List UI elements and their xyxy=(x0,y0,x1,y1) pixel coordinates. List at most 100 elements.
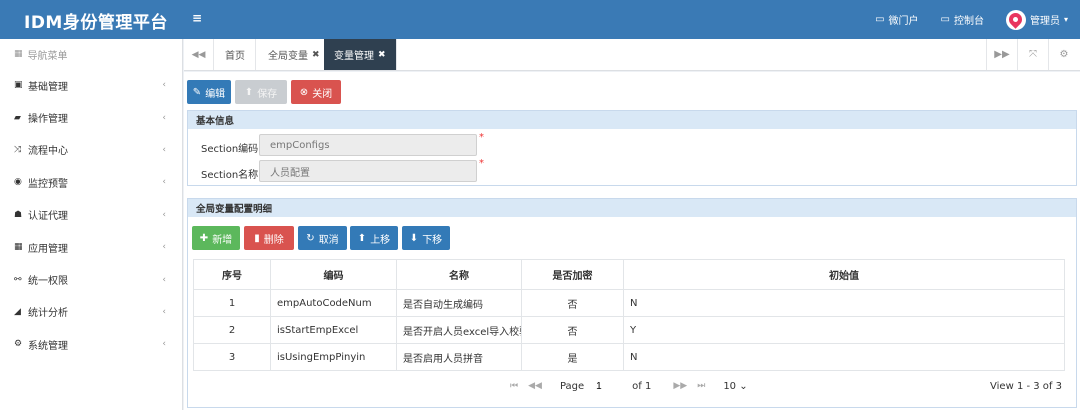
page-label: Page xyxy=(559,380,585,392)
app-logo-title: IDM身份管理平台 xyxy=(24,13,168,33)
book-icon: ▰ xyxy=(14,112,21,123)
chevron-left-icon: ‹ xyxy=(162,112,166,123)
page-size-value: 10 xyxy=(723,380,737,392)
gear-icon[interactable]: ⚙ xyxy=(1048,39,1079,70)
shuffle-icon: ⤨ xyxy=(14,144,22,155)
section-code-label: Section编码 xyxy=(201,144,259,155)
column-header: 编码 xyxy=(270,259,397,290)
vars-table: 序号 编码 名称 是否加密 初始值 1 empAutoCodeNum 是否自动生… xyxy=(193,259,1065,371)
sidebar-item-label: 系统管理 xyxy=(28,340,68,352)
sidebar-item-permissions[interactable]: ⚯ 统一权限 ‹ xyxy=(0,263,182,295)
edit-button[interactable]: ✎ 编辑 xyxy=(187,80,231,104)
sidebar-title-label: 导航菜单 xyxy=(27,50,68,62)
move-down-button[interactable]: ⬇ 下移 xyxy=(402,226,450,250)
prev-page-icon[interactable]: ◀◀ xyxy=(528,381,542,391)
column-header: 初始值 xyxy=(623,259,1065,290)
table-cell: 3 xyxy=(193,343,271,371)
delete-button-label: 删除 xyxy=(263,234,284,246)
console-link[interactable]: ▭ 控制台 xyxy=(941,12,984,27)
portal-link[interactable]: ▭ 微门户 xyxy=(875,12,918,27)
tabs-scroll-left-icon[interactable]: ◀◀ xyxy=(184,39,214,70)
desktop-icon: ▭ xyxy=(940,14,950,25)
tab-global-vars[interactable]: 全局变量 ✖ xyxy=(258,39,331,70)
cogs-icon: ⚙ xyxy=(14,339,23,350)
table-cell: 否 xyxy=(521,289,624,317)
view-range: View 1 - 3 of 3 xyxy=(990,380,1062,392)
required-mark: * xyxy=(479,132,484,143)
table-cell: N xyxy=(623,343,1065,371)
fullscreen-icon[interactable]: ⤧ xyxy=(1017,39,1048,70)
portal-label: 微门户 xyxy=(888,16,919,27)
refresh-icon: ↻ xyxy=(306,232,315,244)
sidebar-item-label: 操作管理 xyxy=(28,114,68,126)
chevron-left-icon: ‹ xyxy=(162,80,166,91)
delete-button[interactable]: ▮ 删除 xyxy=(244,226,294,250)
first-page-icon[interactable]: ⏮ xyxy=(510,381,518,391)
trash-icon: ▮ xyxy=(254,232,260,244)
close-icon[interactable]: ✖ xyxy=(312,50,320,60)
sidebar-item-system[interactable]: ⚙ 系统管理 ‹ xyxy=(0,328,182,360)
tab-home[interactable]: 首页 xyxy=(215,39,256,70)
section-code-input[interactable]: empConfigs xyxy=(259,134,477,156)
page-number-input[interactable] xyxy=(594,378,623,394)
move-up-button[interactable]: ⬆ 上移 xyxy=(350,226,398,250)
save-button[interactable]: ⬆ 保存 xyxy=(235,80,287,104)
top-nav-links: ▭ 微门户 ▭ 控制台 管理员 ▾ xyxy=(875,0,1068,39)
chevron-left-icon: ‹ xyxy=(162,144,166,155)
table-cell: 2 xyxy=(193,316,271,344)
avatar xyxy=(1005,9,1026,30)
table-cell: Y xyxy=(623,316,1065,344)
pager: ⏮ ◀◀ Page of 1 ▶▶ ⏭ 10 ⌄ xyxy=(510,372,748,400)
next-page-icon[interactable]: ▶▶ xyxy=(673,381,687,391)
table-row[interactable]: 2 isStartEmpExcel 是否开启人员excel导入校验 否 Y xyxy=(193,316,1065,344)
sidebar-item-operation[interactable]: ▰ 操作管理 ‹ xyxy=(0,101,182,133)
basic-info-panel: 基本信息 Section编码 empConfigs * Section名称 人员… xyxy=(187,110,1077,186)
menu-toggle-icon[interactable]: ≡ xyxy=(192,11,202,25)
chevron-left-icon: ‹ xyxy=(162,306,166,317)
edit-button-label: 编辑 xyxy=(205,88,226,100)
tab-var-manage[interactable]: 变量管理 ✖ xyxy=(324,39,397,70)
sidebar-item-label: 统计分析 xyxy=(28,308,68,320)
table-cell: isUsingEmpPinyin xyxy=(270,343,397,371)
table-header-row: 序号 编码 名称 是否加密 初始值 xyxy=(193,259,1065,290)
sidebar-item-label: 监控预警 xyxy=(28,178,68,190)
plus-icon: ✚ xyxy=(199,232,209,244)
close-circle-icon: ⊗ xyxy=(299,86,309,98)
sidebar-item-basic[interactable]: ▣ 基础管理 ‹ xyxy=(0,69,182,101)
add-button[interactable]: ✚ 新增 xyxy=(192,226,240,250)
section-name-input[interactable]: 人员配置 xyxy=(259,160,477,182)
table-cell: empAutoCodeNum xyxy=(270,289,397,317)
sidebar-item-workflow[interactable]: ⤨ 流程中心 ‹ xyxy=(0,134,182,166)
chevron-down-icon: ⌄ xyxy=(739,380,748,392)
sidebar-item-monitor[interactable]: ◉ 监控预警 ‹ xyxy=(0,166,182,198)
user-menu[interactable]: 管理员 ▾ xyxy=(1005,9,1068,30)
tabs-scroll-right-icon[interactable]: ▶▶ xyxy=(986,39,1017,70)
cancel-button[interactable]: ↻ 取消 xyxy=(298,226,347,250)
users-icon: ☗ xyxy=(14,209,23,220)
id-card-icon: ▣ xyxy=(14,80,23,91)
page-size-select[interactable]: 10 ⌄ xyxy=(723,381,747,392)
sidebar-item-label: 应用管理 xyxy=(28,243,68,255)
sidebar-item-label: 基础管理 xyxy=(28,81,68,93)
id-card-icon: ▭ xyxy=(875,14,885,25)
sidebar: ▦ 导航菜单 ▣ 基础管理 ‹ ▰ 操作管理 ‹ ⤨ 流程中心 ‹ ◉ 监控预警… xyxy=(0,39,183,410)
column-header: 是否加密 xyxy=(521,259,624,290)
tab-label: 首页 xyxy=(225,51,245,62)
chevron-left-icon: ‹ xyxy=(162,339,166,350)
column-header: 名称 xyxy=(396,259,522,290)
table-cell: 是否启用人员拼音 xyxy=(396,343,522,371)
cancel-button-label: 取消 xyxy=(318,234,339,246)
caret-down-icon: ▾ xyxy=(1063,15,1068,24)
table-cell: 否 xyxy=(521,316,624,344)
close-icon[interactable]: ✖ xyxy=(378,50,386,60)
sidebar-item-auth-proxy[interactable]: ☗ 认证代理 ‹ xyxy=(0,199,182,231)
close-button[interactable]: ⊗ 关闭 xyxy=(291,80,341,104)
table-row[interactable]: 1 empAutoCodeNum 是否自动生成编码 否 N xyxy=(193,289,1065,317)
edit-icon: ✎ xyxy=(192,86,202,98)
sidebar-item-statistics[interactable]: ◢ 统计分析 ‹ xyxy=(0,296,182,328)
sidebar-item-apps[interactable]: ▦ 应用管理 ‹ xyxy=(0,231,182,263)
last-page-icon[interactable]: ⏭ xyxy=(697,381,705,391)
sidebar-item-label: 统一权限 xyxy=(28,276,68,288)
sitemap-icon: ⚯ xyxy=(14,274,22,285)
table-row[interactable]: 3 isUsingEmpPinyin 是否启用人员拼音 是 N xyxy=(193,343,1065,371)
